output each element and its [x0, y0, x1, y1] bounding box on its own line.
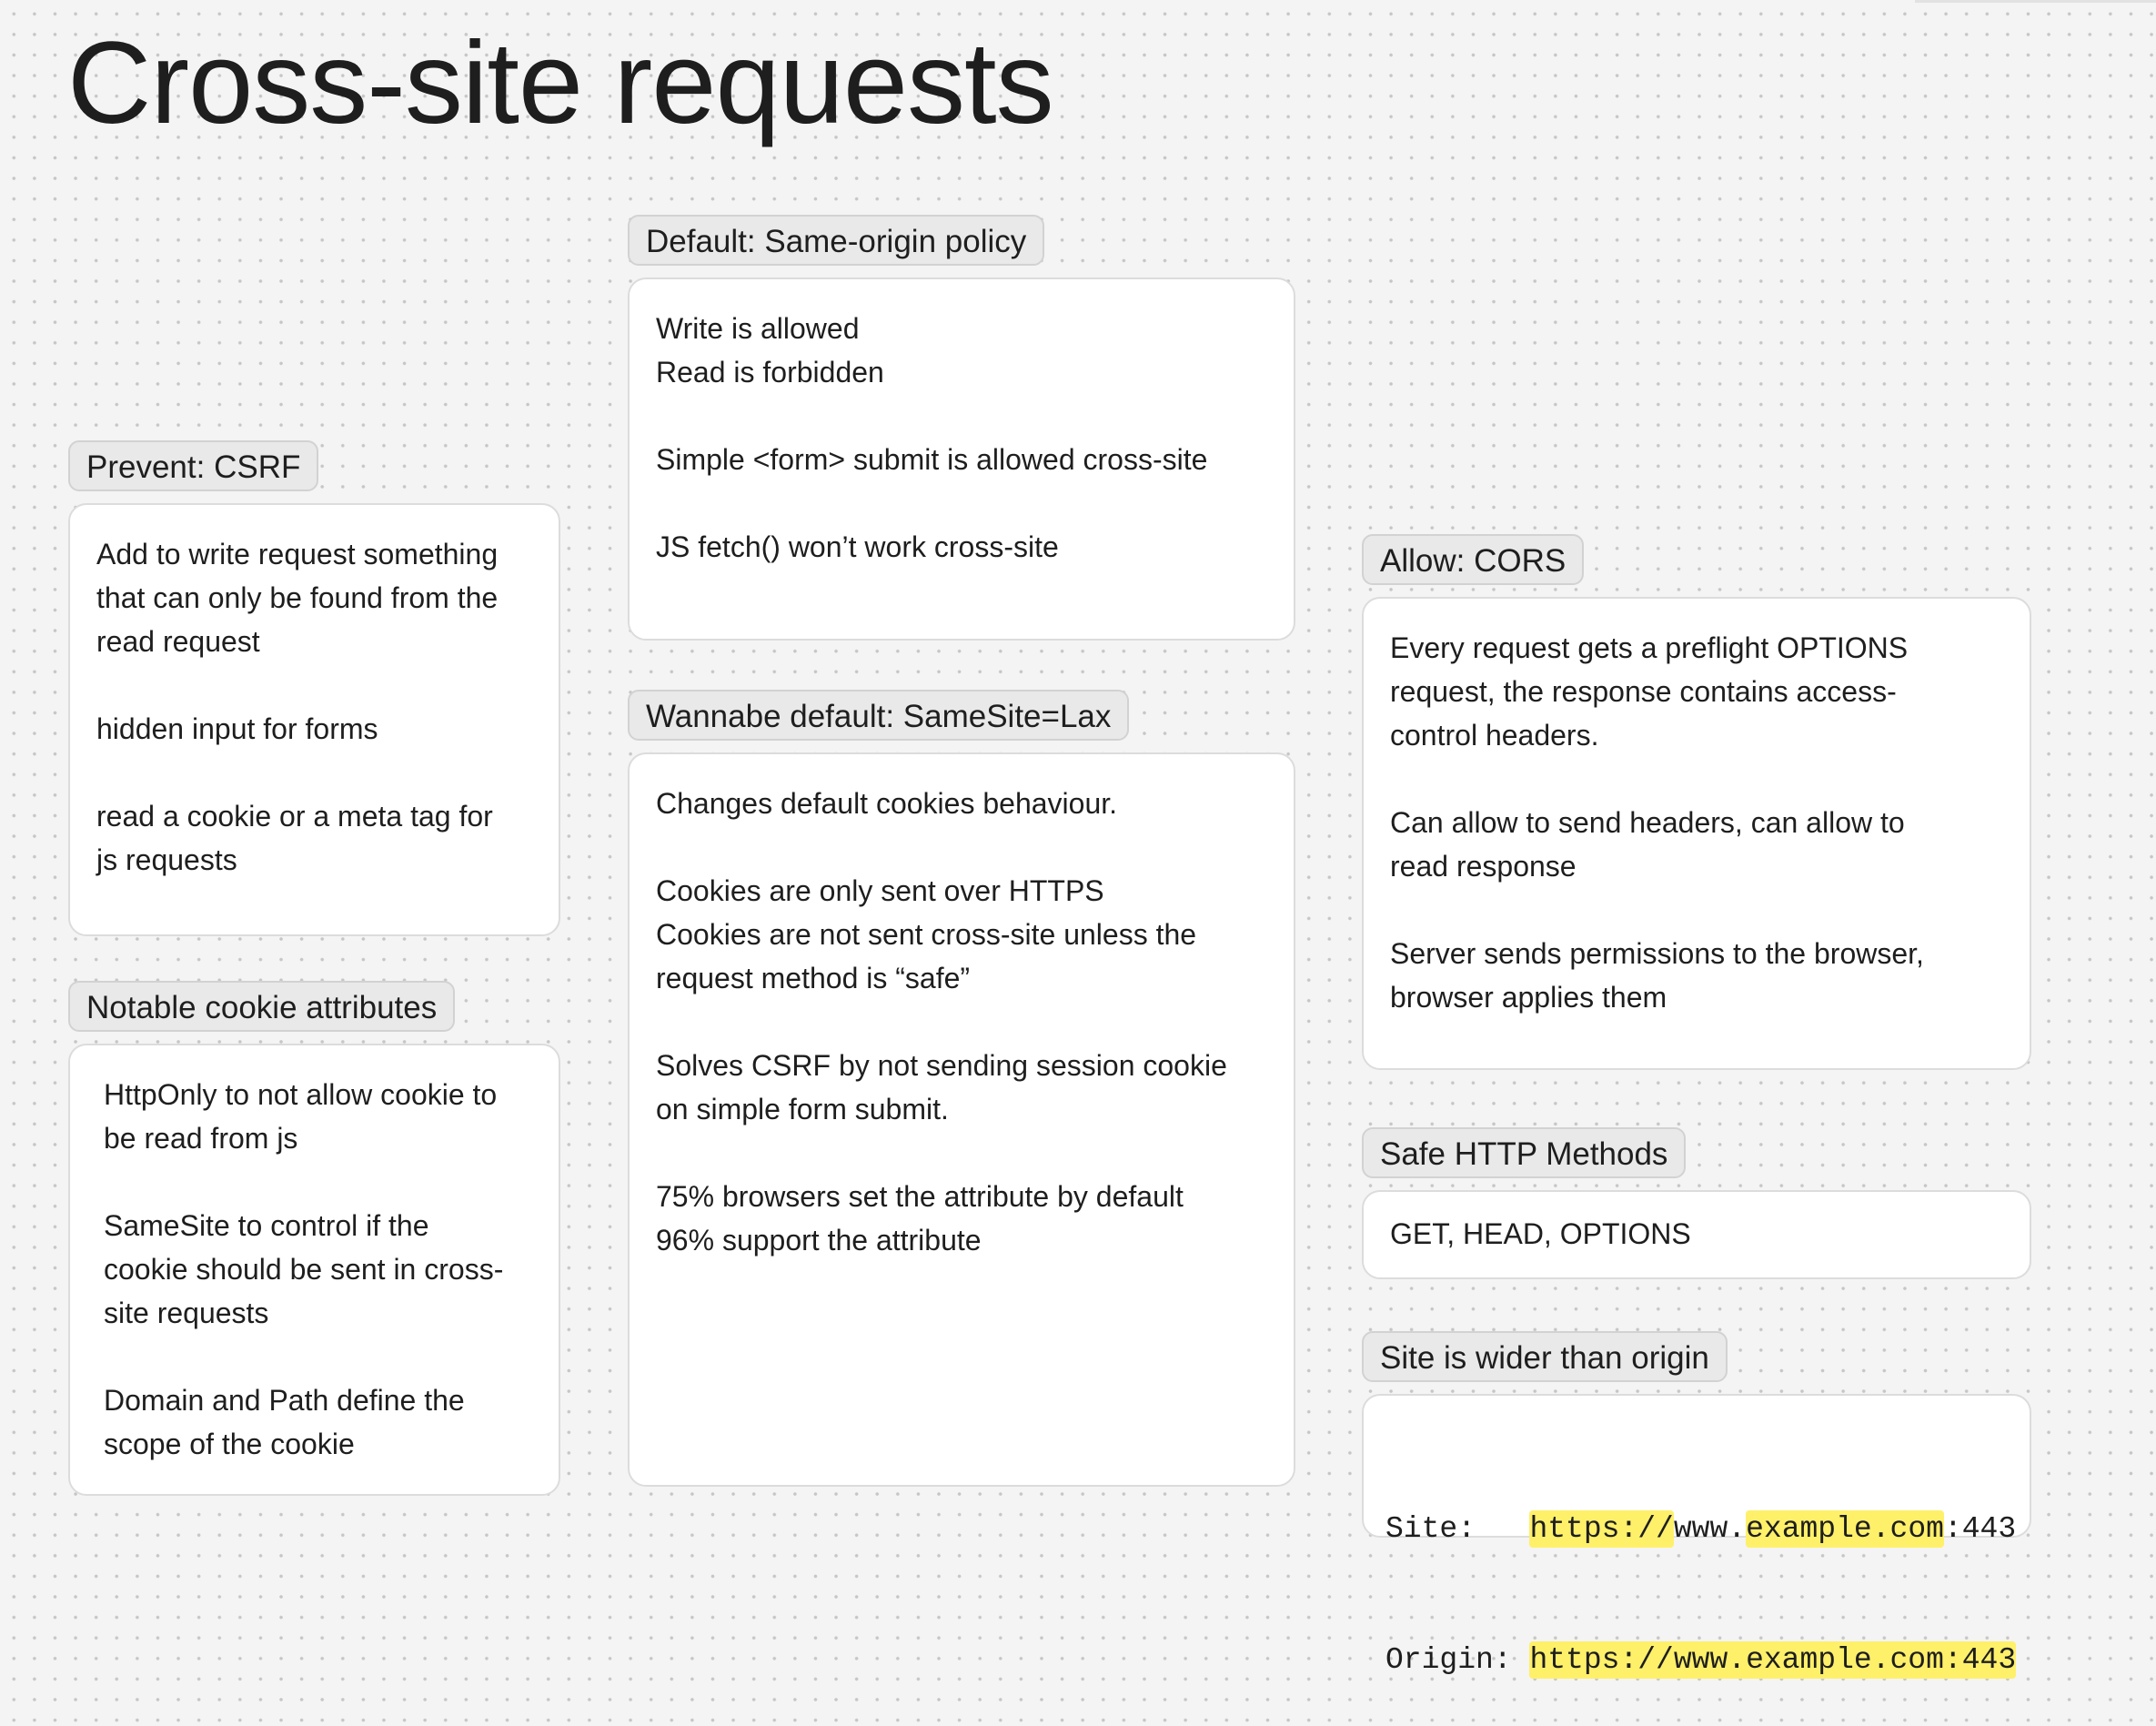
- card-samesite-lax[interactable]: Changes default cookies behaviour. Cookie…: [628, 752, 1295, 1487]
- card-site-vs-origin[interactable]: Site: https://www.example.com:443 Origin…: [1362, 1394, 2031, 1679]
- card-text-line: Cookies are not sent cross-site unless t…: [656, 918, 1197, 951]
- card-text-line: Can allow to send headers, can allow to: [1390, 806, 1905, 839]
- page-title: Cross-site requests: [67, 18, 1054, 148]
- card-allow-cors[interactable]: Every request gets a preflight OPTIONS re…: [1362, 597, 2031, 1070]
- tag-safe-http-methods[interactable]: Safe HTTP Methods: [1362, 1127, 1687, 1178]
- card-cookie-attributes[interactable]: HttpOnly to not allow cookie to be read f…: [68, 1044, 560, 1496]
- card-text-line: HttpOnly to not allow cookie to: [104, 1078, 498, 1111]
- card-text-line: read request: [96, 625, 260, 658]
- tag-site-vs-origin[interactable]: Site is wider than origin: [1362, 1331, 1728, 1382]
- card-text-line: read a cookie or a meta tag for: [96, 800, 493, 833]
- card-text-line: on simple form submit.: [656, 1093, 949, 1125]
- card-text-line: Read is forbidden: [656, 356, 884, 389]
- tag-allow-cors[interactable]: Allow: CORS: [1362, 534, 1585, 585]
- card-text-line: GET, HEAD, OPTIONS: [1390, 1217, 1691, 1250]
- card-text-line: cookie should be sent in cross-: [104, 1253, 504, 1286]
- canvas-edge-line: [1915, 0, 2156, 3]
- card-text-line: scope of the cookie: [104, 1428, 355, 1460]
- card-text-line: be read from js: [104, 1122, 298, 1155]
- site-subdomain: www.: [1673, 1512, 1747, 1546]
- tag-samesite-lax[interactable]: Wannabe default: SameSite=Lax: [628, 690, 1130, 741]
- site-scheme-highlight: https://: [1529, 1510, 1674, 1548]
- card-text-line: that can only be found from the: [96, 581, 499, 614]
- origin-full-highlight: https://www.example.com:443: [1529, 1641, 2017, 1679]
- card-text-line: Domain and Path define the: [104, 1384, 465, 1417]
- card-text-line: control headers.: [1390, 719, 1599, 752]
- card-safe-http-methods[interactable]: GET, HEAD, OPTIONS: [1362, 1190, 2031, 1279]
- tag-same-origin-policy[interactable]: Default: Same-origin policy: [628, 215, 1045, 266]
- card-text-line: Changes default cookies behaviour.: [656, 787, 1118, 820]
- card-prevent-csrf[interactable]: Add to write request something that can o…: [68, 503, 560, 936]
- card-text-line: Solves CSRF by not sending session cooki…: [656, 1049, 1227, 1082]
- site-port: :443: [1943, 1512, 2017, 1546]
- site-row: Site: https://www.example.com:443: [1385, 1508, 2016, 1551]
- card-text-line: request, the response contains access-: [1390, 675, 1897, 708]
- tag-prevent-csrf[interactable]: Prevent: CSRF: [68, 440, 319, 491]
- origin-label: Origin:: [1385, 1643, 1530, 1677]
- card-text-line: 75% browsers set the attribute by defaul…: [656, 1180, 1184, 1213]
- card-text-line: hidden input for forms: [96, 712, 378, 745]
- card-text-line: Add to write request something: [96, 538, 499, 570]
- card-text-line: Cookies are only sent over HTTPS: [656, 874, 1104, 907]
- card-text-line: Simple <form> submit is allowed cross-si…: [656, 443, 1208, 476]
- card-text-line: request method is “safe”: [656, 962, 971, 994]
- tag-cookie-attributes[interactable]: Notable cookie attributes: [68, 981, 456, 1032]
- card-text-line: read response: [1390, 850, 1577, 883]
- card-text-line: site requests: [104, 1297, 269, 1329]
- site-label: Site:: [1385, 1512, 1530, 1546]
- card-text-line: JS fetch() won’t work cross-site: [656, 530, 1059, 563]
- card-text-line: SameSite to control if the: [104, 1209, 429, 1242]
- site-domain-highlight: example.com: [1746, 1510, 1944, 1548]
- card-text-line: Server sends permissions to the browser,: [1390, 937, 1924, 970]
- origin-row: Origin: https://www.example.com:443: [1385, 1639, 2017, 1682]
- card-text-line: Write is allowed: [656, 312, 860, 345]
- card-text-line: browser applies them: [1390, 981, 1667, 1014]
- card-text-line: Every request gets a preflight OPTIONS: [1390, 631, 1909, 664]
- card-text-line: js requests: [96, 843, 237, 876]
- card-same-origin-policy[interactable]: Write is allowed Read is forbidden Simple …: [628, 278, 1295, 641]
- card-text-line: 96% support the attribute: [656, 1224, 982, 1257]
